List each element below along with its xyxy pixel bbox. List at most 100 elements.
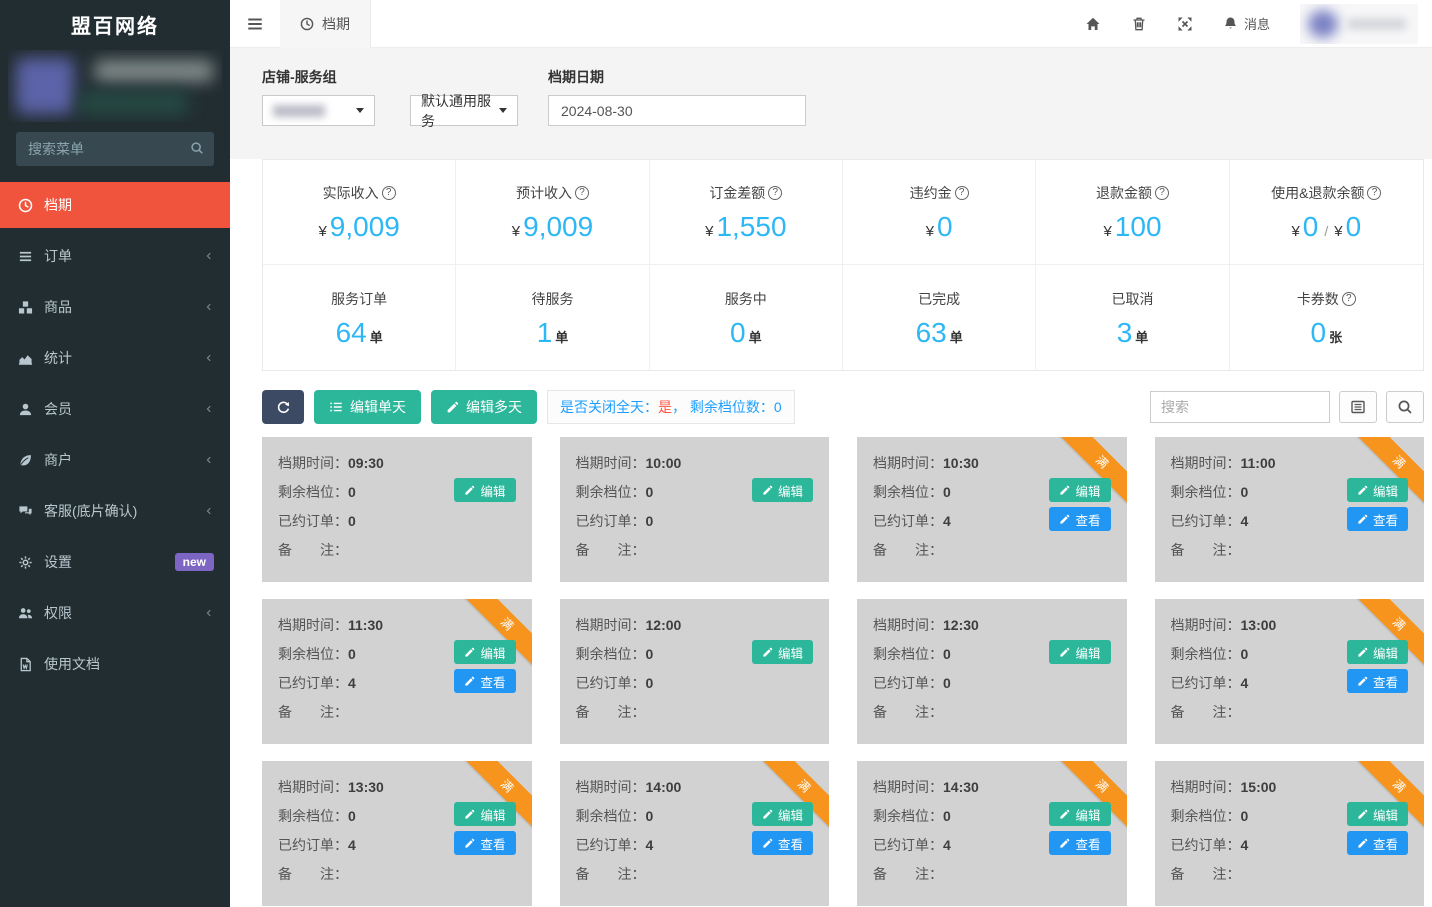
edit-button[interactable]: 编辑: [752, 802, 813, 826]
help-icon: ?: [382, 186, 396, 200]
comments-icon: [16, 504, 34, 519]
sidebar-item-merchants[interactable]: 商户: [0, 437, 230, 483]
schedule-card: 满 档期时间：11:30 剩余档位：0 已约订单：4 备 注： 编辑 查看: [262, 599, 532, 744]
edit-button[interactable]: 编辑: [1347, 478, 1408, 502]
time-value: 12:00: [646, 617, 682, 633]
edit-button[interactable]: 编辑: [1347, 802, 1408, 826]
sidebar-item-docs[interactable]: 使用文档: [0, 641, 230, 687]
shop-select[interactable]: [262, 95, 375, 126]
orders-value: 4: [1241, 513, 1249, 529]
schedule-card: 满 档期时间：13:00 剩余档位：0 已约订单：4 备 注： 编辑 查看: [1155, 599, 1425, 744]
sidebar-item-settings[interactable]: 设置 new: [0, 539, 230, 585]
home-icon[interactable]: [1085, 16, 1101, 32]
pencil-icon: [762, 838, 773, 849]
tab-schedule[interactable]: 档期: [280, 0, 371, 48]
pencil-icon: [464, 838, 475, 849]
sidebar-item-members[interactable]: 会员: [0, 386, 230, 432]
edit-button[interactable]: 编辑: [1049, 640, 1110, 664]
fullscreen-icon[interactable]: [1177, 16, 1193, 32]
stat-refund: 退款金额? ¥100: [1036, 160, 1229, 265]
pencil-icon: [762, 809, 773, 820]
pencil-icon: [1357, 485, 1368, 496]
slots-label: 剩余档位：: [576, 646, 646, 662]
schedule-card: 档期时间：12:30 剩余档位：0 已约订单：0 备 注： 编辑: [857, 599, 1127, 744]
slots-value: 0: [646, 484, 654, 500]
slots-value: 0: [348, 808, 356, 824]
sidebar-item-label: 商户: [44, 450, 72, 470]
chevron-left-icon: [204, 251, 214, 261]
time-label: 档期时间：: [1171, 617, 1241, 633]
edit-button[interactable]: 编辑: [454, 478, 515, 502]
time-label: 档期时间：: [576, 455, 646, 471]
view-button[interactable]: 查看: [1347, 507, 1408, 531]
slots-value: 0: [348, 484, 356, 500]
menu-search-input[interactable]: [16, 132, 214, 166]
list-icon: [329, 400, 343, 414]
help-icon: ?: [1342, 292, 1356, 306]
stat-used-refund-balance: 使用&退款余额? ¥0 / ¥0: [1230, 160, 1423, 265]
edit-single-day-button[interactable]: 编辑单天: [314, 390, 421, 424]
time-value: 11:00: [1241, 455, 1276, 471]
trash-icon[interactable]: [1131, 16, 1147, 32]
view-button[interactable]: 查看: [1347, 831, 1408, 855]
service-group-value: 默认通用服务: [421, 91, 499, 131]
edit-button[interactable]: 编辑: [1049, 478, 1110, 502]
stat-service-orders: 服务订单 64单: [263, 265, 456, 370]
orders-value: 0: [943, 675, 951, 691]
edit-multi-day-button[interactable]: 编辑多天: [431, 390, 537, 424]
view-button[interactable]: 查看: [1347, 669, 1408, 693]
time-label: 档期时间：: [873, 779, 943, 795]
sidebar-item-label: 权限: [44, 603, 72, 623]
pencil-icon: [1059, 647, 1070, 658]
edit-button[interactable]: 编辑: [1347, 640, 1408, 664]
sidebar-item-permissions[interactable]: 权限: [0, 590, 230, 636]
schedule-card: 档期时间：10:00 剩余档位：0 已约订单：0 备 注： 编辑: [560, 437, 830, 582]
view-button[interactable]: 查看: [454, 831, 515, 855]
username-redacted: [1348, 18, 1406, 30]
sidebar-item-schedule[interactable]: 档期: [0, 182, 230, 228]
search-icon: [190, 141, 204, 155]
schedule-card: 满 档期时间：13:30 剩余档位：0 已约订单：4 备 注： 编辑 查看: [262, 761, 532, 906]
user-name-redacted: [94, 60, 214, 82]
sidebar-item-orders[interactable]: 订单: [0, 233, 230, 279]
note-label: 备 注：: [278, 866, 348, 882]
notifications-button[interactable]: 消息: [1223, 14, 1270, 33]
sidebar-item-label: 使用文档: [44, 654, 100, 674]
user-menu[interactable]: [1300, 4, 1418, 44]
pencil-icon: [446, 401, 459, 414]
schedule-date-input[interactable]: [548, 95, 806, 126]
stat-coupons: 卡券数? 0张: [1230, 265, 1423, 370]
time-value: 14:00: [646, 779, 682, 795]
schedule-card: 满 档期时间：11:00 剩余档位：0 已约订单：4 备 注： 编辑 查看: [1155, 437, 1425, 582]
sidebar-item-customer-service[interactable]: 客服(底片确认): [0, 488, 230, 534]
sidebar-item-products[interactable]: 商品: [0, 284, 230, 330]
sidebar-item-statistics[interactable]: 统计: [0, 335, 230, 381]
pencil-icon: [464, 485, 475, 496]
search-button[interactable]: [1386, 391, 1424, 423]
view-button[interactable]: 查看: [1049, 831, 1110, 855]
shop-select-value-redacted: [273, 105, 325, 117]
view-button[interactable]: 查看: [454, 669, 515, 693]
edit-button[interactable]: 编辑: [1049, 802, 1110, 826]
help-icon: ?: [955, 186, 969, 200]
edit-button[interactable]: 编辑: [454, 640, 515, 664]
edit-button[interactable]: 编辑: [752, 478, 813, 502]
view-button[interactable]: 查看: [752, 831, 813, 855]
schedule-search-input[interactable]: [1150, 391, 1330, 423]
list-view-button[interactable]: [1339, 391, 1377, 423]
orders-label: 已约订单：: [576, 513, 646, 529]
orders-value: 4: [1241, 837, 1249, 853]
chevron-left-icon: [204, 608, 214, 618]
view-button[interactable]: 查看: [1049, 507, 1110, 531]
time-label: 档期时间：: [1171, 455, 1241, 471]
edit-button[interactable]: 编辑: [752, 640, 813, 664]
time-label: 档期时间：: [576, 617, 646, 633]
stat-completed: 已完成 63单: [843, 265, 1036, 370]
slots-value: 0: [646, 646, 654, 662]
orders-value: 0: [348, 513, 356, 529]
note-label: 备 注：: [576, 704, 646, 720]
sidebar-toggle-icon[interactable]: [230, 15, 280, 33]
refresh-button[interactable]: [262, 390, 304, 424]
edit-button[interactable]: 编辑: [454, 802, 515, 826]
service-group-select[interactable]: 默认通用服务: [410, 95, 518, 126]
